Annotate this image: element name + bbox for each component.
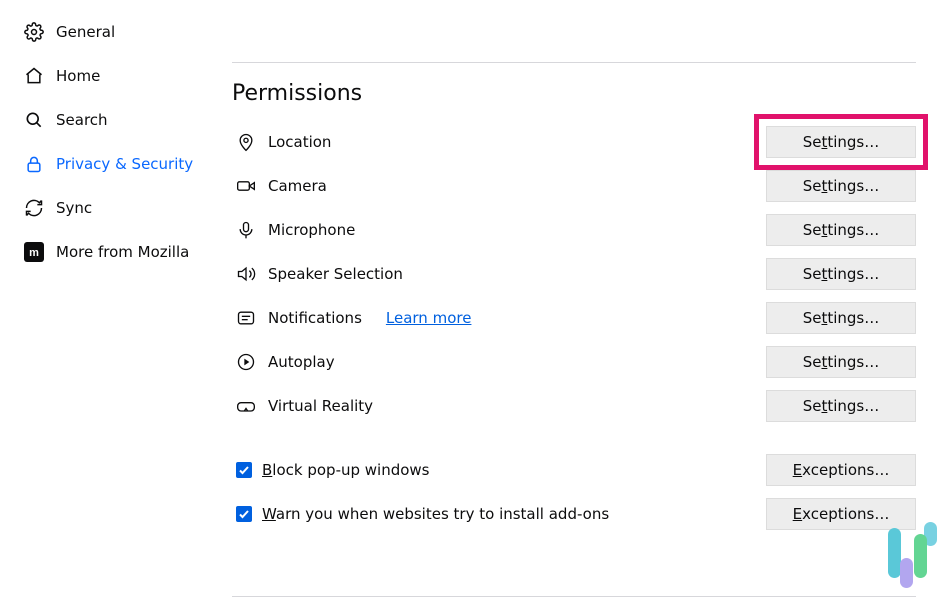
sidebar-item-label: General bbox=[56, 23, 115, 41]
autoplay-settings-button[interactable]: Settings… bbox=[766, 346, 916, 378]
permission-row-location: Location Settings… bbox=[232, 120, 916, 164]
permission-label: Location bbox=[268, 133, 331, 151]
location-icon bbox=[236, 132, 256, 152]
camera-icon bbox=[236, 176, 256, 196]
sidebar-item-label: Home bbox=[56, 67, 100, 85]
permission-row-microphone: Microphone Settings… bbox=[232, 208, 916, 252]
sidebar-item-privacy-security[interactable]: Privacy & Security bbox=[0, 142, 232, 186]
sidebar-item-general[interactable]: General bbox=[0, 10, 232, 54]
checkbox-row-warn-addons: Warn you when websites try to install ad… bbox=[232, 492, 916, 536]
autoplay-icon bbox=[236, 352, 256, 372]
block-popups-label: Block pop-up windows bbox=[262, 461, 430, 479]
microphone-icon bbox=[236, 220, 256, 240]
checkbox-row-block-popups: Block pop-up windows Exceptions… bbox=[232, 448, 916, 492]
permission-label: Autoplay bbox=[268, 353, 335, 371]
permission-label: Microphone bbox=[268, 221, 355, 239]
main-content: Permissions Location Settings… Camera Se… bbox=[232, 0, 952, 600]
svg-text:m: m bbox=[29, 247, 39, 259]
sidebar-item-label: More from Mozilla bbox=[56, 243, 189, 261]
block-popups-checkbox[interactable] bbox=[236, 462, 252, 478]
permission-row-notifications: Notifications Learn more Settings… bbox=[232, 296, 916, 340]
permission-row-camera: Camera Settings… bbox=[232, 164, 916, 208]
microphone-settings-button[interactable]: Settings… bbox=[766, 214, 916, 246]
permissions-heading: Permissions bbox=[232, 81, 916, 106]
notifications-icon bbox=[236, 308, 256, 328]
permission-label: Camera bbox=[268, 177, 327, 195]
notifications-settings-button[interactable]: Settings… bbox=[766, 302, 916, 334]
highlight-box: Settings… bbox=[766, 126, 916, 158]
speaker-icon bbox=[236, 264, 256, 284]
mozilla-icon: m bbox=[24, 242, 44, 262]
sidebar-item-label: Sync bbox=[56, 199, 92, 217]
location-settings-button[interactable]: Settings… bbox=[766, 126, 916, 158]
warn-addons-label: Warn you when websites try to install ad… bbox=[262, 505, 609, 523]
permission-label: Notifications bbox=[268, 309, 362, 327]
sidebar-item-label: Search bbox=[56, 111, 108, 129]
vr-icon bbox=[236, 396, 256, 416]
lock-icon bbox=[24, 154, 44, 174]
sidebar-item-more-mozilla[interactable]: m More from Mozilla bbox=[0, 230, 232, 274]
sync-icon bbox=[24, 198, 44, 218]
sidebar-item-sync[interactable]: Sync bbox=[0, 186, 232, 230]
section-divider bbox=[232, 62, 916, 63]
search-icon bbox=[24, 110, 44, 130]
permission-row-autoplay: Autoplay Settings… bbox=[232, 340, 916, 384]
permission-label: Virtual Reality bbox=[268, 397, 373, 415]
notifications-learn-more-link[interactable]: Learn more bbox=[386, 309, 472, 327]
sidebar-item-home[interactable]: Home bbox=[0, 54, 232, 98]
sidebar-item-search[interactable]: Search bbox=[0, 98, 232, 142]
permission-row-vr: Virtual Reality Settings… bbox=[232, 384, 916, 428]
sidebar-item-label: Privacy & Security bbox=[56, 155, 193, 173]
permission-label: Speaker Selection bbox=[268, 265, 403, 283]
permission-row-speaker: Speaker Selection Settings… bbox=[232, 252, 916, 296]
warn-addons-checkbox[interactable] bbox=[236, 506, 252, 522]
sidebar: General Home Search Privacy & Security S… bbox=[0, 0, 232, 600]
warn-addons-exceptions-button[interactable]: Exceptions… bbox=[766, 498, 916, 530]
section-divider bbox=[232, 596, 916, 597]
home-icon bbox=[24, 66, 44, 86]
speaker-settings-button[interactable]: Settings… bbox=[766, 258, 916, 290]
block-popups-exceptions-button[interactable]: Exceptions… bbox=[766, 454, 916, 486]
gear-icon bbox=[24, 22, 44, 42]
vr-settings-button[interactable]: Settings… bbox=[766, 390, 916, 422]
camera-settings-button[interactable]: Settings… bbox=[766, 170, 916, 202]
